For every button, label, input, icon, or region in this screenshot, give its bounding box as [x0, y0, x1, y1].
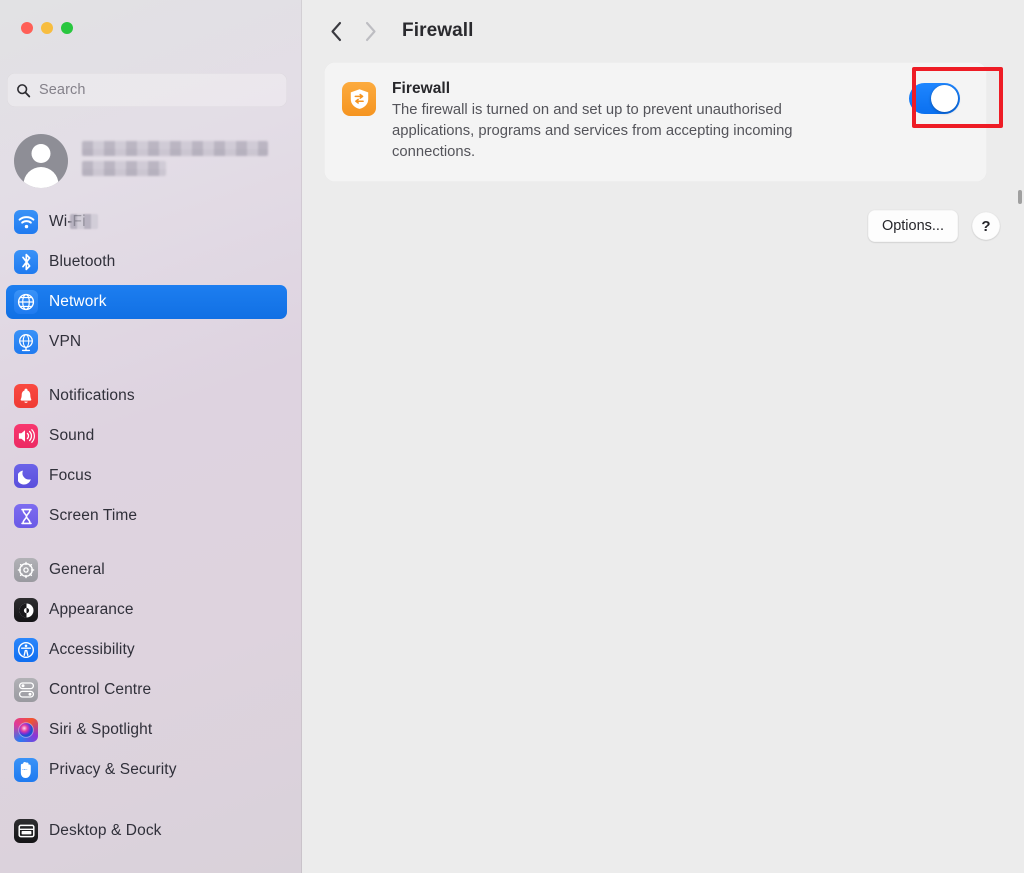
sidebar-item-label: Bluetooth [49, 253, 116, 270]
bell-icon [14, 384, 38, 408]
profile-redacted-text [82, 141, 268, 181]
wifi-icon [14, 210, 38, 234]
forward-button[interactable] [353, 14, 387, 48]
sidebar-item-label: Accessibility [49, 641, 135, 658]
sidebar-item-control-centre[interactable]: Control Centre [6, 673, 287, 707]
chevron-right-icon [365, 21, 376, 41]
vpn-globe-icon [14, 330, 38, 354]
sidebar-group-divider [0, 365, 302, 379]
firewall-card-text: Firewall The firewall is turned on and s… [392, 80, 909, 163]
system-settings-window: Search Wi-Fi Bluetooth Network VPN Notificat… [0, 0, 1024, 873]
gear-icon [14, 558, 38, 582]
sidebar-item-accessibility[interactable]: Accessibility [6, 633, 287, 667]
sidebar-item-label: Focus [49, 467, 92, 484]
sidebar-item-label: Control Centre [49, 681, 152, 698]
sidebar-item-sound[interactable]: Sound [6, 419, 287, 453]
contrast-icon [14, 598, 38, 622]
scrollbar[interactable] [1018, 190, 1022, 204]
firewall-card-description: The firewall is turned on and set up to … [392, 102, 793, 160]
sidebar-group-2: General Appearance Accessibility Control Ce… [0, 553, 302, 787]
sidebar-item-siri-spotlight[interactable]: Siri & Spotlight [6, 713, 287, 747]
user-profile-item[interactable] [14, 130, 268, 192]
profile-subtitle-redacted [82, 161, 166, 176]
sidebar-item-network[interactable]: Network [6, 285, 287, 319]
moon-icon [14, 464, 38, 488]
avatar [14, 134, 68, 188]
sidebar-group-0: Wi-Fi Bluetooth Network VPN [0, 205, 302, 359]
globe-icon [14, 290, 38, 314]
sidebar-nav: Wi-Fi Bluetooth Network VPN Notifications Sou… [0, 205, 302, 854]
sidebar-item-label: Screen Time [49, 507, 138, 524]
firewall-card-title: Firewall [392, 80, 451, 97]
hand-icon [14, 758, 38, 782]
zoom-button[interactable] [61, 22, 73, 34]
firewall-shield-icon [342, 82, 376, 116]
toolbar: Firewall [302, 0, 1024, 62]
main-content: Firewall Firewall The firewall is turned… [302, 0, 1024, 873]
sidebar-item-privacy-security[interactable]: Privacy & Security [6, 753, 287, 787]
sidebar-item-screen-time[interactable]: Screen Time [6, 499, 287, 533]
close-button[interactable] [21, 22, 33, 34]
hourglass-icon [14, 504, 38, 528]
sidebar-item-notifications[interactable]: Notifications [6, 379, 287, 413]
sidebar-group-divider [0, 539, 302, 553]
chevron-left-icon [330, 21, 341, 41]
action-buttons: Options... ? [867, 210, 1000, 242]
minimize-button[interactable] [41, 22, 53, 34]
sidebar-item-desktop-dock[interactable]: Desktop & Dock [6, 814, 287, 848]
back-button[interactable] [319, 14, 353, 48]
sidebar-item-label: Privacy & Security [49, 761, 177, 778]
sidebar-item-label: Notifications [49, 387, 135, 404]
sidebar-item-label-redacted [70, 214, 98, 229]
toggle-knob [931, 85, 958, 112]
sidebar-item-label: Siri & Spotlight [49, 721, 153, 738]
sliders-icon [14, 678, 38, 702]
sidebar-item-label: General [49, 561, 105, 578]
window-controls [21, 22, 73, 34]
bluetooth-icon [14, 250, 38, 274]
sidebar-group-3: Desktop & Dock [0, 814, 302, 848]
profile-name-redacted [82, 141, 268, 156]
sidebar-item-bluetooth[interactable]: Bluetooth [6, 245, 287, 279]
options-button[interactable]: Options... [867, 210, 958, 242]
sidebar: Search Wi-Fi Bluetooth Network VPN Notificat… [0, 0, 302, 873]
desktop-icon [14, 819, 38, 843]
sidebar-item-label: Appearance [49, 601, 134, 618]
search-icon [17, 83, 31, 97]
sidebar-item-vpn[interactable]: VPN [6, 325, 287, 359]
sidebar-item-wi-fi[interactable]: Wi-Fi [6, 205, 287, 239]
sidebar-item-general[interactable]: General [6, 553, 287, 587]
page-title: Firewall [402, 20, 474, 41]
firewall-toggle[interactable] [909, 83, 960, 114]
accessibility-icon [14, 638, 38, 662]
help-button[interactable]: ? [972, 212, 1000, 240]
firewall-card: Firewall The firewall is turned on and s… [324, 62, 1003, 182]
sidebar-item-label: VPN [49, 333, 82, 350]
sidebar-item-label: Network [49, 293, 107, 310]
search-input[interactable]: Search [7, 73, 287, 107]
sidebar-group-divider [0, 793, 302, 814]
sidebar-item-focus[interactable]: Focus [6, 459, 287, 493]
sidebar-item-label: Desktop & Dock [49, 822, 162, 839]
speaker-icon [14, 424, 38, 448]
sidebar-group-1: Notifications Sound Focus Screen Time [0, 379, 302, 533]
search-placeholder: Search [39, 82, 86, 98]
sidebar-item-appearance[interactable]: Appearance [6, 593, 287, 627]
siri-orb-icon [14, 718, 38, 742]
sidebar-item-label: Sound [49, 427, 95, 444]
